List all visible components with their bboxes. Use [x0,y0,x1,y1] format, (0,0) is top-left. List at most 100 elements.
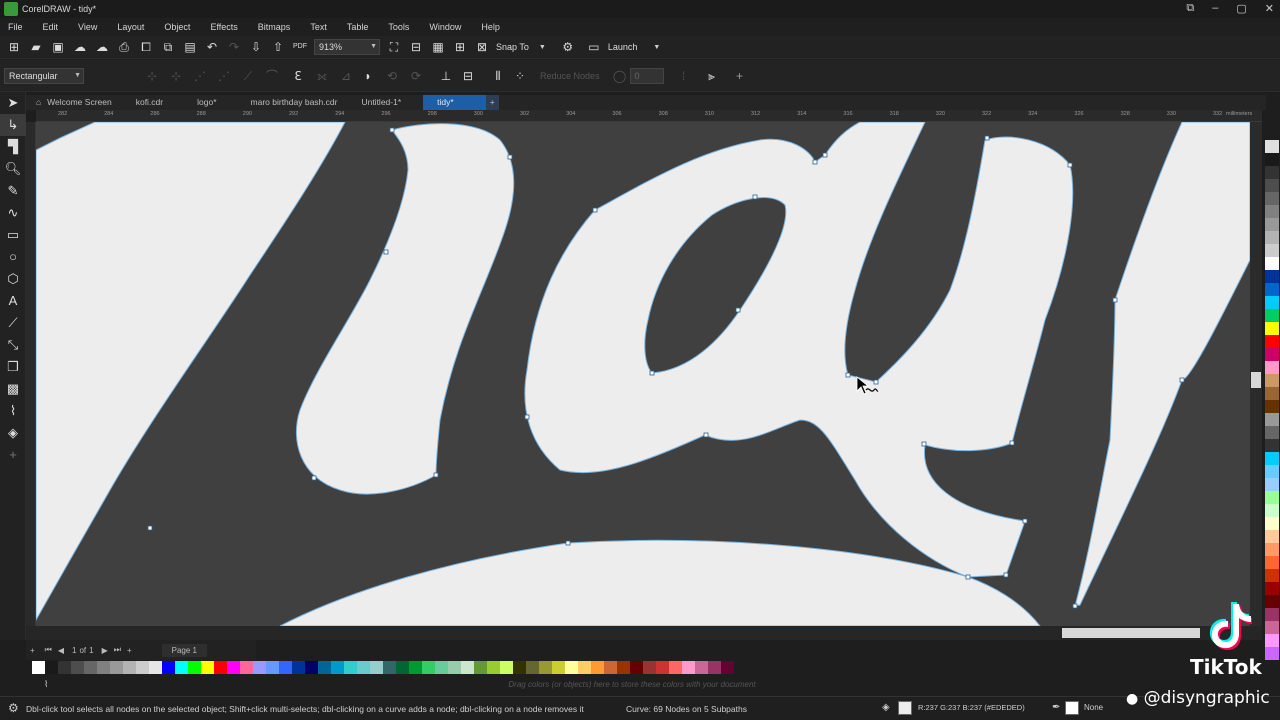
cut-icon[interactable]: ⧠ [138,39,154,55]
smoothness-input[interactable]: 0 [629,67,664,84]
color-swatch[interactable] [526,661,539,674]
color-swatch[interactable] [1265,270,1279,283]
color-swatch[interactable] [32,661,45,674]
settings-icon[interactable]: ⚙ [8,701,19,715]
selection-mode-combo[interactable]: Rectangular ▼ [4,67,84,84]
path-node[interactable] [921,441,927,447]
color-swatch[interactable] [1265,322,1279,335]
path-node[interactable] [311,475,317,481]
color-swatch[interactable] [500,661,513,674]
show-guidelines-icon[interactable]: ⊞ [452,39,468,55]
color-swatch[interactable] [383,661,396,674]
color-swatch[interactable] [45,661,58,674]
color-swatch[interactable] [682,661,695,674]
color-swatch[interactable] [435,661,448,674]
snap-icon[interactable]: ⊠ [474,39,490,55]
path-node[interactable] [735,307,741,313]
letter-d[interactable] [295,123,515,495]
color-swatch[interactable] [1265,244,1279,257]
new-tab-button[interactable]: + [485,95,499,110]
path-node[interactable] [1009,440,1015,446]
zoom-tool-icon[interactable]: 🔍︎ [0,158,26,180]
path-node[interactable] [592,207,598,213]
color-swatch[interactable] [708,661,721,674]
cloud-upload-icon[interactable]: ☁ [72,39,88,55]
outline-swatch[interactable] [1065,701,1079,715]
color-swatch[interactable] [695,661,708,674]
color-swatch[interactable] [1265,140,1279,153]
color-swatch[interactable] [1265,478,1279,491]
menu-object[interactable]: Object [164,22,190,32]
node-handle-icon[interactable]: ⫸ [704,68,720,84]
color-swatch[interactable] [253,661,266,674]
open-icon[interactable]: ▰ [28,39,44,55]
color-swatch[interactable] [1265,556,1279,569]
last-page-icon[interactable]: ⏭ [114,645,121,655]
zoom-level-combo[interactable]: 913% ▼ [314,39,380,55]
color-swatch[interactable] [279,661,292,674]
launch-button[interactable]: Launch [608,42,638,52]
settings-gear-icon[interactable]: ⚙ [560,39,576,55]
menu-effects[interactable]: Effects [210,22,237,32]
prev-page-icon[interactable]: ◀ [58,646,64,655]
document-palette-eyedropper-icon[interactable]: ⌇ [44,679,48,690]
color-swatch[interactable] [58,661,71,674]
reduce-nodes-button[interactable]: Reduce Nodes [540,71,600,81]
color-swatch[interactable] [1265,439,1279,452]
color-swatch[interactable] [1265,426,1279,439]
copy-icon[interactable]: ⧉ [160,39,176,55]
color-swatch[interactable] [266,661,279,674]
color-swatch[interactable] [1265,257,1279,270]
to-curve-icon[interactable]: ⌒ [264,68,280,84]
transparency-tool-icon[interactable]: ▩ [0,378,26,400]
color-swatch[interactable] [1265,491,1279,504]
color-swatch[interactable] [669,661,682,674]
color-swatch[interactable] [448,661,461,674]
color-swatch[interactable] [1265,413,1279,426]
color-swatch[interactable] [1265,218,1279,231]
menu-help[interactable]: Help [481,22,500,32]
color-swatch[interactable] [162,661,175,674]
color-swatch[interactable] [604,661,617,674]
fill-swatch[interactable] [898,701,912,715]
color-swatch[interactable] [1265,309,1279,322]
color-swatch[interactable] [71,661,84,674]
color-swatch[interactable] [656,661,669,674]
join-nodes-icon[interactable]: ⋰ [192,68,208,84]
vertical-scroll-thumb[interactable] [1251,372,1261,388]
color-swatch[interactable] [1265,361,1279,374]
color-swatch[interactable] [1265,179,1279,192]
path-node[interactable] [649,370,655,376]
color-swatch[interactable] [539,661,552,674]
smooth-node-icon[interactable]: ◗ [360,68,376,84]
tab-untitled-1[interactable]: Untitled-1* [351,95,423,110]
select-all-nodes-icon[interactable]: ⁘ [512,68,528,84]
menu-view[interactable]: View [78,22,97,32]
rectangle-tool-icon[interactable]: ▭ [0,224,26,246]
drop-shadow-icon[interactable]: ❐ [0,356,26,378]
color-swatch[interactable] [1265,166,1279,179]
path-node[interactable] [1003,572,1009,578]
color-swatch[interactable] [1265,283,1279,296]
pdf-icon[interactable]: PDF [292,39,308,55]
tab-logo[interactable]: logo* [177,95,240,110]
freehand-tool-icon[interactable]: ✎ [0,180,26,202]
tab-maro-birthday-bash[interactable]: maro birthday bash.cdr [241,95,352,110]
color-swatch[interactable] [422,661,435,674]
import-icon[interactable]: ⇩ [248,39,264,55]
color-swatch[interactable] [175,661,188,674]
color-swatch[interactable] [292,661,305,674]
color-swatch[interactable] [1265,582,1279,595]
color-swatch[interactable] [201,661,214,674]
tab-welcome-screen[interactable]: ⌂ Welcome Screen [26,95,126,110]
color-swatch[interactable] [1265,517,1279,530]
color-swatch[interactable] [565,661,578,674]
path-node[interactable] [1022,518,1028,524]
horizontal-scroll-thumb[interactable] [1062,628,1200,638]
path-node[interactable] [1072,603,1078,609]
color-swatch[interactable] [331,661,344,674]
color-swatch[interactable] [1265,400,1279,413]
vertical-scrollbar[interactable] [1250,122,1262,626]
menu-file[interactable]: File [8,22,23,32]
path-node[interactable] [873,379,879,385]
